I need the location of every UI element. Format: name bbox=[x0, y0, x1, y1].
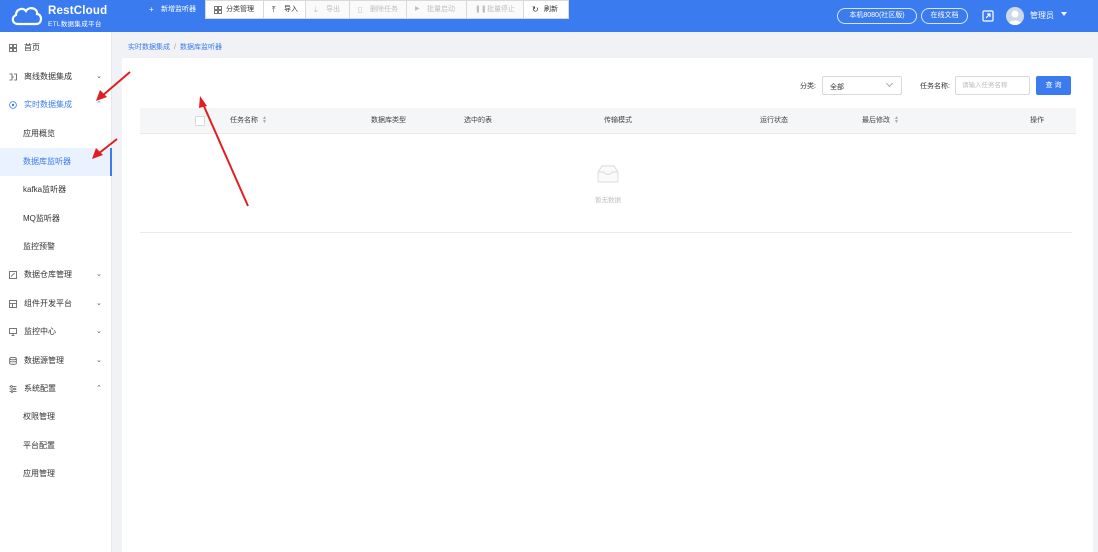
batch-stop-button[interactable]: ❚❚ 批量停止 bbox=[466, 0, 524, 19]
upload-icon: ⤒ bbox=[272, 5, 276, 14]
logo-title: RestCloud bbox=[48, 5, 108, 17]
chevron-up-icon: ⌃ bbox=[96, 101, 102, 108]
monitor-icon bbox=[9, 328, 17, 336]
sidebar-item-label: MQ监听器 bbox=[23, 214, 60, 223]
settings-icon bbox=[9, 385, 17, 393]
new-listener-button[interactable]: + 新增监听器 bbox=[140, 0, 206, 19]
sidebar-item-monitor-center[interactable]: 监控中心 ⌄ bbox=[0, 318, 112, 346]
sidebar-item-mq-listener[interactable]: MQ监听器 bbox=[0, 205, 112, 233]
machine-selector-button[interactable]: 本机8080(社区版) bbox=[837, 8, 917, 24]
trash-icon: ▯ bbox=[358, 5, 363, 14]
sidebar-item-app-overview[interactable]: 应用概览 bbox=[0, 120, 112, 148]
realtime-integration-icon bbox=[9, 101, 17, 109]
table-header: 任务名称 ▲ ▼ 数据库类型 选中的表 传输模式 运行状态 最后修改 ▲ ▼ 操作 bbox=[140, 108, 1076, 134]
sidebar-item-label: 首页 bbox=[24, 43, 40, 52]
breadcrumb-parent[interactable]: 实时数据集成 bbox=[128, 44, 170, 51]
breadcrumb: 实时数据集成 / 数据库监听器 bbox=[128, 42, 222, 52]
empty-box-icon bbox=[597, 165, 619, 183]
empty-text: 暂无数据 bbox=[595, 197, 621, 204]
sidebar-item-app-manage[interactable]: 应用管理 bbox=[0, 460, 112, 488]
export-button[interactable]: ⤓ 导出 bbox=[305, 0, 350, 19]
sidebar: 首页 离线数据集成 ⌄ 实时数据集成 ⌃ 应用概览 数据库监听器 kafka监听… bbox=[0, 32, 112, 552]
sidebar-item-label: 数据库监听器 bbox=[23, 157, 71, 166]
sidebar-item-label: 离线数据集成 bbox=[24, 72, 72, 81]
chevron-up-icon: ⌃ bbox=[96, 385, 102, 392]
category-select-value: 全部 bbox=[830, 84, 844, 91]
avatar[interactable] bbox=[1006, 7, 1024, 25]
sidebar-item-label: 监控预警 bbox=[23, 242, 55, 251]
column-selected-tables: 选中的表 bbox=[464, 117, 492, 124]
sort-icon[interactable]: ▲ ▼ bbox=[262, 116, 267, 125]
sidebar-item-label: 实时数据集成 bbox=[24, 100, 72, 109]
sidebar-item-datasource[interactable]: 数据源管理 ⌄ bbox=[0, 347, 112, 375]
category-manage-button[interactable]: 分类管理 bbox=[205, 0, 264, 19]
sidebar-item-system-config[interactable]: 系统配置 ⌃ bbox=[0, 375, 112, 403]
table-divider bbox=[140, 232, 1072, 233]
breadcrumb-separator: / bbox=[174, 44, 176, 51]
column-run-status: 运行状态 bbox=[760, 117, 788, 124]
sidebar-item-realtime-integration[interactable]: 实时数据集成 ⌃ bbox=[0, 91, 112, 119]
sidebar-item-label: 组件开发平台 bbox=[24, 299, 72, 308]
sidebar-item-component-dev[interactable]: 组件开发平台 ⌄ bbox=[0, 290, 112, 318]
offline-integration-icon bbox=[9, 73, 17, 81]
sidebar-item-label: 应用概览 bbox=[23, 129, 55, 138]
column-actions: 操作 bbox=[1030, 117, 1044, 124]
database-icon bbox=[9, 357, 17, 365]
grid-icon bbox=[214, 6, 222, 14]
component-icon bbox=[9, 300, 17, 308]
cloud-logo-icon bbox=[11, 7, 43, 26]
sidebar-item-kafka-listener[interactable]: kafka监听器 bbox=[0, 176, 112, 204]
delete-task-button[interactable]: ▯ 删除任务 bbox=[349, 0, 407, 19]
caret-down-icon[interactable] bbox=[1061, 12, 1067, 16]
sort-icon[interactable]: ▲ ▼ bbox=[894, 116, 899, 125]
breadcrumb-current: 数据库监听器 bbox=[179, 44, 222, 51]
grid-icon bbox=[9, 44, 17, 52]
sidebar-item-platform-config[interactable]: 平台配置 bbox=[0, 432, 112, 460]
plus-icon: + bbox=[149, 5, 154, 14]
sidebar-item-permission[interactable]: 权限管理 bbox=[0, 403, 112, 431]
sidebar-item-label: 权限管理 bbox=[23, 412, 55, 421]
column-transfer-mode: 传输模式 bbox=[604, 117, 632, 124]
logo-subtitle: ETL数据集成平台 bbox=[48, 21, 102, 28]
refresh-button[interactable]: ↻ 刷新 bbox=[523, 0, 569, 19]
sidebar-item-label: kafka监听器 bbox=[23, 185, 67, 194]
pause-icon: ❚❚ bbox=[475, 6, 487, 13]
column-last-modified[interactable]: 最后修改 ▲ ▼ bbox=[862, 108, 899, 134]
sidebar-item-label: 平台配置 bbox=[23, 441, 55, 450]
sidebar-item-label: 数据源管理 bbox=[24, 356, 64, 365]
chevron-down-icon: ⌄ bbox=[96, 328, 102, 335]
chevron-down-icon: ⌄ bbox=[96, 300, 102, 307]
category-filter-label: 分类: bbox=[800, 83, 816, 90]
task-name-input[interactable] bbox=[955, 76, 1030, 95]
play-icon: ▶ bbox=[415, 6, 420, 12]
sidebar-item-label: 监控中心 bbox=[24, 327, 56, 336]
sidebar-item-label: 应用管理 bbox=[23, 469, 55, 478]
batch-start-button[interactable]: ▶ 批量启动 bbox=[406, 0, 467, 19]
download-icon: ⤓ bbox=[314, 5, 318, 14]
logo[interactable]: RestCloud ETL数据集成平台 bbox=[10, 4, 110, 28]
category-select[interactable]: 全部 bbox=[822, 76, 902, 95]
user-name[interactable]: 管理员 bbox=[1030, 10, 1054, 21]
select-all-checkbox[interactable] bbox=[195, 116, 205, 126]
search-button[interactable]: 查 询 bbox=[1036, 76, 1071, 95]
import-button[interactable]: ⤒ 导入 bbox=[263, 0, 306, 19]
chevron-down-icon bbox=[885, 79, 894, 88]
sidebar-item-db-listener[interactable]: 数据库监听器 bbox=[0, 148, 112, 176]
warehouse-icon bbox=[9, 271, 17, 279]
switch-window-icon[interactable] bbox=[982, 10, 994, 22]
chevron-down-icon: ⌄ bbox=[96, 73, 102, 80]
chevron-down-icon: ⌄ bbox=[96, 271, 102, 278]
sidebar-item-offline-integration[interactable]: 离线数据集成 ⌄ bbox=[0, 63, 112, 91]
sidebar-item-warehouse[interactable]: 数据仓库管理 ⌄ bbox=[0, 261, 112, 289]
online-docs-button[interactable]: 在线文档 bbox=[921, 8, 968, 24]
sidebar-item-home[interactable]: 首页 bbox=[0, 34, 112, 62]
task-name-label: 任务名称: bbox=[920, 83, 950, 90]
column-task-name[interactable]: 任务名称 ▲ ▼ bbox=[230, 108, 267, 134]
sidebar-item-label: 数据仓库管理 bbox=[24, 270, 72, 279]
sidebar-item-label: 系统配置 bbox=[24, 384, 56, 393]
refresh-icon: ↻ bbox=[532, 5, 539, 14]
sidebar-item-monitor-alert[interactable]: 监控预警 bbox=[0, 233, 112, 261]
column-db-type: 数据库类型 bbox=[371, 117, 406, 124]
chevron-down-icon: ⌄ bbox=[96, 357, 102, 364]
